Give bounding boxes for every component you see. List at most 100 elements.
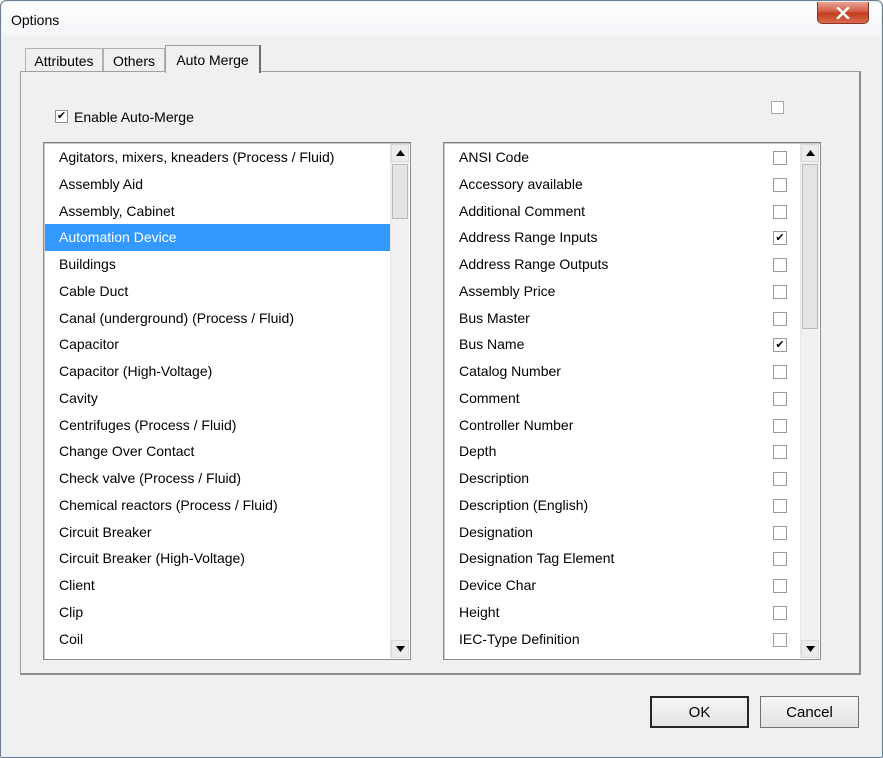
list-item-label: Depth <box>459 443 497 460</box>
arrow-down-icon <box>395 646 405 652</box>
select-all-checkbox[interactable] <box>771 101 784 114</box>
list-item-label: Circuit Breaker <box>59 523 152 540</box>
attribute-checkbox[interactable] <box>773 445 787 460</box>
attribute-checkbox[interactable] <box>773 605 787 620</box>
list-item[interactable]: Centrifuges (Process / Fluid) <box>45 412 390 439</box>
attribute-checkbox[interactable] <box>773 552 787 567</box>
tab-others[interactable]: Others <box>103 48 165 72</box>
attribute-listbox[interactable]: ANSI Code Accessory available Additional C… <box>443 142 821 660</box>
list-item[interactable]: Comment <box>445 385 800 412</box>
list-item[interactable]: Controller Number <box>445 412 800 439</box>
list-item[interactable]: Description (English) <box>445 492 800 519</box>
close-icon <box>836 6 850 19</box>
attribute-checkbox[interactable] <box>773 151 787 165</box>
category-list-scrollbar[interactable] <box>390 144 409 658</box>
list-item[interactable]: IEC-Type Definition <box>445 626 800 653</box>
attribute-checkbox[interactable] <box>773 525 787 540</box>
list-item[interactable]: Designation Tag Element <box>445 545 800 572</box>
list-item[interactable]: Address Range Inputs ✔ <box>445 224 800 251</box>
list-item[interactable]: Lead ID <box>445 652 800 658</box>
attribute-checkbox[interactable]: ✔ <box>773 231 787 246</box>
list-item[interactable]: Check valve (Process / Fluid) <box>45 465 390 492</box>
attribute-checkbox[interactable] <box>773 579 787 593</box>
cancel-button[interactable]: Cancel <box>760 696 859 728</box>
attribute-checkbox[interactable] <box>773 284 787 299</box>
attribute-checkbox[interactable] <box>773 391 787 406</box>
list-item[interactable]: Capacitor <box>45 331 390 358</box>
attribute-checkbox[interactable]: ✔ <box>773 338 787 353</box>
window-title: Options <box>11 12 60 28</box>
list-item[interactable]: Assembly Aid <box>45 171 390 198</box>
list-item-label: Additional Comment <box>459 202 586 219</box>
attribute-checkbox[interactable] <box>773 632 787 647</box>
arrow-up-icon <box>805 150 815 156</box>
close-button[interactable] <box>817 2 869 24</box>
attribute-checkbox[interactable] <box>773 498 787 513</box>
list-item[interactable]: Cavity <box>45 385 390 412</box>
list-item-label: Change Over Contact <box>59 443 195 460</box>
scroll-up-button[interactable] <box>391 144 409 162</box>
list-item[interactable]: Change Over Contact <box>45 438 390 465</box>
list-item[interactable]: Description <box>445 465 800 492</box>
list-item[interactable]: Cable Duct <box>45 278 390 305</box>
list-item[interactable]: Catalog Number <box>445 358 800 385</box>
list-item-label: Accessory available <box>459 175 583 192</box>
check-icon: ✔ <box>775 338 785 351</box>
list-item[interactable]: Circuit Breaker <box>45 519 390 546</box>
tab-attributes[interactable]: Attributes <box>25 48 103 72</box>
list-item[interactable]: Accessory available <box>445 171 800 198</box>
list-item[interactable]: Assembly, Cabinet <box>45 198 390 225</box>
list-item[interactable]: Automation Device <box>45 224 390 251</box>
tab-auto-merge[interactable]: Auto Merge <box>165 45 261 73</box>
list-item[interactable]: Columns (Process / Fluid) <box>45 652 390 658</box>
list-item-label: Bus Name <box>459 336 525 353</box>
list-item-label: Cable Duct <box>59 282 129 299</box>
list-item[interactable]: Address Range Outputs <box>445 251 800 278</box>
arrow-down-icon <box>805 646 815 652</box>
attribute-checkbox[interactable] <box>773 204 787 219</box>
attribute-checkbox[interactable] <box>773 177 787 192</box>
scroll-down-button[interactable] <box>801 640 819 658</box>
list-item[interactable]: Capacitor (High-Voltage) <box>45 358 390 385</box>
check-icon: ✔ <box>56 110 67 122</box>
list-item[interactable]: Height <box>445 599 800 626</box>
list-item[interactable]: Coil <box>45 626 390 653</box>
scrollbar-thumb[interactable] <box>392 164 408 219</box>
title-bar: Options <box>2 2 881 36</box>
enable-auto-merge-checkbox[interactable]: ✔ <box>55 110 68 123</box>
ok-button[interactable]: OK <box>650 696 749 728</box>
list-item-label: Coil <box>59 630 84 647</box>
list-item[interactable]: Assembly Price <box>445 278 800 305</box>
scroll-up-button[interactable] <box>801 144 819 162</box>
list-item[interactable]: ANSI Code <box>445 144 800 171</box>
list-item-label: Controller Number <box>459 416 574 433</box>
list-item[interactable]: Clip <box>45 599 390 626</box>
list-item[interactable]: Client <box>45 572 390 599</box>
list-item[interactable]: Agitators, mixers, kneaders (Process / F… <box>45 144 390 171</box>
attribute-checkbox[interactable] <box>773 365 787 379</box>
attribute-list-scrollbar[interactable] <box>800 144 819 658</box>
list-item-label: Height <box>459 603 500 620</box>
list-item[interactable]: Buildings <box>45 251 390 278</box>
list-item[interactable]: Bus Master <box>445 305 800 332</box>
tab-label: Auto Merge <box>176 51 249 68</box>
attribute-checkbox[interactable] <box>773 418 787 433</box>
list-item[interactable]: Chemical reactors (Process / Fluid) <box>45 492 390 519</box>
list-item[interactable]: Depth <box>445 438 800 465</box>
attribute-checkbox[interactable] <box>773 311 787 326</box>
list-item[interactable]: Canal (underground) (Process / Fluid) <box>45 305 390 332</box>
scrollbar-thumb[interactable] <box>802 164 818 329</box>
list-item[interactable]: Designation <box>445 519 800 546</box>
list-item-label: Cavity <box>59 389 98 406</box>
list-item[interactable]: Bus Name ✔ <box>445 331 800 358</box>
attribute-checkbox[interactable] <box>773 258 787 272</box>
category-listbox[interactable]: Agitators, mixers, kneaders (Process / F… <box>43 142 411 660</box>
list-item[interactable]: Circuit Breaker (High-Voltage) <box>45 545 390 572</box>
attribute-checkbox[interactable] <box>773 472 787 486</box>
list-item-label: Centrifuges (Process / Fluid) <box>59 416 237 433</box>
scroll-down-button[interactable] <box>391 640 409 658</box>
list-item[interactable]: Device Char <box>445 572 800 599</box>
list-item[interactable]: Additional Comment <box>445 198 800 225</box>
list-item-label: Capacitor (High-Voltage) <box>59 363 213 379</box>
list-item-label: Description (English) <box>459 496 589 513</box>
